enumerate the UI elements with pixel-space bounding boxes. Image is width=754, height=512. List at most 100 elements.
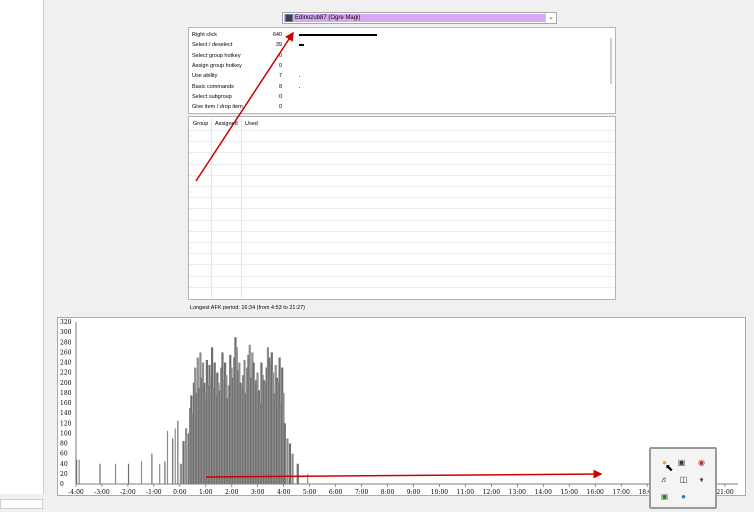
chart-bar — [288, 443, 292, 484]
chart-bar — [99, 463, 101, 484]
x-tick-label: -3:00 — [94, 489, 110, 495]
action-row[interactable]: Select group hotkey 0 — [192, 51, 602, 61]
network-icon[interactable]: ◫ — [678, 474, 689, 485]
player-select[interactable]: Edinozub87 (Ogre Magi) ⌄ — [282, 12, 557, 24]
table-row-line — [189, 186, 615, 187]
table-row-line — [189, 219, 615, 221]
y-tick-label: 260 — [60, 349, 72, 356]
column-header-assigned[interactable]: Assigned — [215, 121, 238, 127]
action-count: 0 — [278, 62, 282, 69]
y-tick-label: 0 — [60, 481, 64, 488]
action-row[interactable]: Use ability 7 — [192, 71, 602, 81]
x-tick-label: 4:00 — [277, 489, 291, 495]
y-tick-label: 20 — [60, 471, 68, 478]
table-row-line — [189, 230, 615, 232]
x-tick-label: 15:00 — [561, 489, 578, 495]
stats-scrollbar-thumb[interactable] — [610, 38, 612, 84]
table-row-line — [189, 152, 615, 154]
y-tick-label: 280 — [60, 339, 72, 346]
action-label: Basic commands — [192, 83, 234, 90]
camera-icon[interactable]: ◉ — [696, 457, 707, 468]
green-app-icon[interactable]: ▣ — [659, 491, 670, 502]
table-row-line — [189, 197, 615, 199]
action-count: 640 — [272, 32, 282, 38]
table-row-line — [189, 174, 615, 176]
chart-bar — [296, 463, 299, 484]
chart-bar — [307, 473, 309, 484]
action-label: Select subgroup — [192, 93, 232, 100]
x-tick-label: 3:00 — [251, 489, 265, 495]
y-tick-label: 320 — [60, 319, 72, 326]
y-tick-label: 160 — [60, 400, 72, 407]
chevron-down-icon[interactable]: ⌄ — [545, 13, 556, 23]
left-list-panel[interactable] — [0, 0, 44, 494]
action-row[interactable]: Give item / drop item 0 — [192, 102, 602, 112]
shield-icon[interactable]: ♦ — [696, 474, 707, 485]
action-row[interactable]: Right click 640 — [192, 30, 602, 40]
action-bar — [299, 44, 304, 47]
y-tick-label: 80 — [60, 441, 68, 448]
chart-bar — [140, 461, 143, 484]
table-row-line — [189, 141, 615, 143]
y-tick-label: 120 — [60, 420, 72, 427]
chart-bar — [283, 423, 286, 484]
action-count: 0 — [278, 93, 282, 100]
speaker-icon[interactable]: ♬ — [659, 474, 670, 485]
action-row[interactable]: Select / deselect 39 — [192, 40, 602, 50]
x-tick-label: 13:00 — [509, 489, 526, 495]
x-tick-label: -2:00 — [120, 489, 136, 495]
x-tick-label: 7:00 — [355, 489, 369, 495]
group-hotkey-table[interactable]: Group Assigned Used — [188, 116, 616, 300]
action-row[interactable]: Assign group hotkey 0 — [192, 61, 602, 71]
left-panel-scrollbar[interactable] — [0, 499, 43, 509]
x-tick-label: 21:00 — [716, 489, 733, 495]
y-tick-label: 40 — [60, 461, 68, 468]
x-tick-label: 0:00 — [173, 489, 187, 495]
chart-bar — [78, 459, 80, 484]
longest-afk-period-text: Longest AFK period: 16:34 (from 4:53 to … — [190, 305, 305, 311]
action-stats-panel[interactable]: Right click 640 Select / deselect 39 Select … — [188, 27, 616, 114]
x-tick-label: 10:00 — [431, 489, 448, 495]
table-row-line — [189, 286, 615, 288]
column-header-group[interactable]: Group — [193, 121, 208, 127]
y-tick-label: 100 — [60, 430, 72, 437]
table-row-line — [189, 264, 615, 266]
action-row[interactable]: Basic commands 8 — [192, 82, 602, 92]
action-count: 8 — [278, 83, 282, 90]
chart-bar — [159, 463, 161, 484]
x-tick-label: 12:00 — [483, 489, 500, 495]
chart-bar — [291, 453, 294, 484]
action-count: 39 — [275, 42, 282, 49]
chart-bar — [166, 430, 169, 484]
chart-bar — [127, 463, 130, 484]
action-label: Assign group hotkey — [192, 62, 242, 69]
x-tick-label: 8:00 — [381, 489, 395, 495]
y-tick-label: 200 — [60, 380, 72, 387]
x-tick-label: 2:00 — [225, 489, 239, 495]
chart-bar — [172, 438, 174, 484]
action-count: 0 — [278, 104, 282, 111]
action-label: Select / deselect — [192, 42, 233, 49]
nvidia-icon[interactable]: ▣ — [676, 457, 687, 468]
chart-bar — [177, 420, 179, 484]
action-row[interactable]: Select subgroup 0 — [192, 92, 602, 102]
x-tick-label: 1:00 — [199, 489, 213, 495]
y-tick-label: 240 — [60, 360, 72, 367]
color-app-icon[interactable]: ● — [678, 491, 689, 502]
chart-bar — [179, 463, 183, 484]
action-count: 7 — [278, 73, 282, 80]
actions-per-minute-chart: 0 20 40 60 80 100 120 140 160 180 200 220 240 260 280 3… — [57, 317, 746, 496]
action-count: 0 — [278, 52, 282, 59]
y-tick-label: 300 — [60, 329, 72, 336]
column-header-used[interactable]: Used — [245, 121, 258, 127]
action-label: Right click — [192, 32, 218, 38]
action-bar — [299, 34, 377, 36]
table-row-line — [189, 208, 615, 210]
chart-bar — [114, 463, 117, 484]
x-tick-label: 11:00 — [457, 489, 474, 495]
x-tick-label: -1:00 — [146, 489, 162, 495]
table-row-line — [189, 253, 615, 255]
system-tray-overflow[interactable]: ● ▣ ◉ ♬ ◫ ♦ ▣ ● — [649, 447, 717, 509]
hero-portrait-icon — [285, 14, 293, 22]
action-label: Give item / drop item — [192, 104, 243, 111]
